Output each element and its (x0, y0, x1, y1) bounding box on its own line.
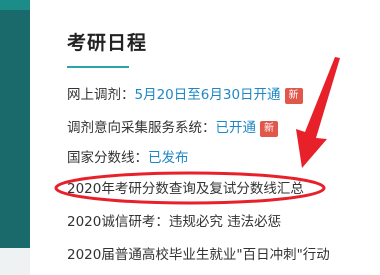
title-underline (67, 66, 129, 68)
item-link[interactable]: 5月20日至6月30日开通 (135, 84, 281, 106)
schedule-item-score-query[interactable]: 2020年考研分数查询及复试分数线汇总 (67, 178, 304, 200)
new-badge: 新 (284, 88, 303, 104)
schedule-item-intention-system[interactable]: 调剂意向采集服务系统：已开通新 (67, 117, 278, 139)
item-link[interactable]: 2020届普通高校毕业生就业"百日冲刺"行动 (67, 244, 330, 266)
item-link[interactable]: 2020年考研分数查询及复试分数线汇总 (67, 178, 304, 200)
item-label: 网上调剂： (67, 87, 135, 103)
panel-title: 考研日程 (67, 32, 148, 54)
item-label: 调剂意向采集服务系统： (67, 120, 216, 136)
item-link[interactable]: 2020诚信研考：违规必究 违法必惩 (67, 211, 281, 233)
schedule-item-integrity[interactable]: 2020诚信研考：违规必究 违法必惩 (67, 211, 281, 233)
item-link[interactable]: 已发布 (148, 147, 189, 169)
new-badge: 新 (260, 121, 278, 137)
item-label: 国家分数线： (67, 150, 148, 166)
left-banner-accent (0, 0, 30, 10)
left-banner-footer (0, 248, 30, 275)
left-banner (0, 0, 30, 248)
item-link[interactable]: 已开通 (216, 117, 257, 139)
annotation-arrow-icon (296, 57, 340, 168)
schedule-item-national-line[interactable]: 国家分数线：已发布 (67, 147, 189, 169)
schedule-item-adjustment[interactable]: 网上调剂：5月20日至6月30日开通新 (67, 84, 303, 106)
schedule-item-employment[interactable]: 2020届普通高校毕业生就业"百日冲刺"行动 (67, 244, 330, 266)
